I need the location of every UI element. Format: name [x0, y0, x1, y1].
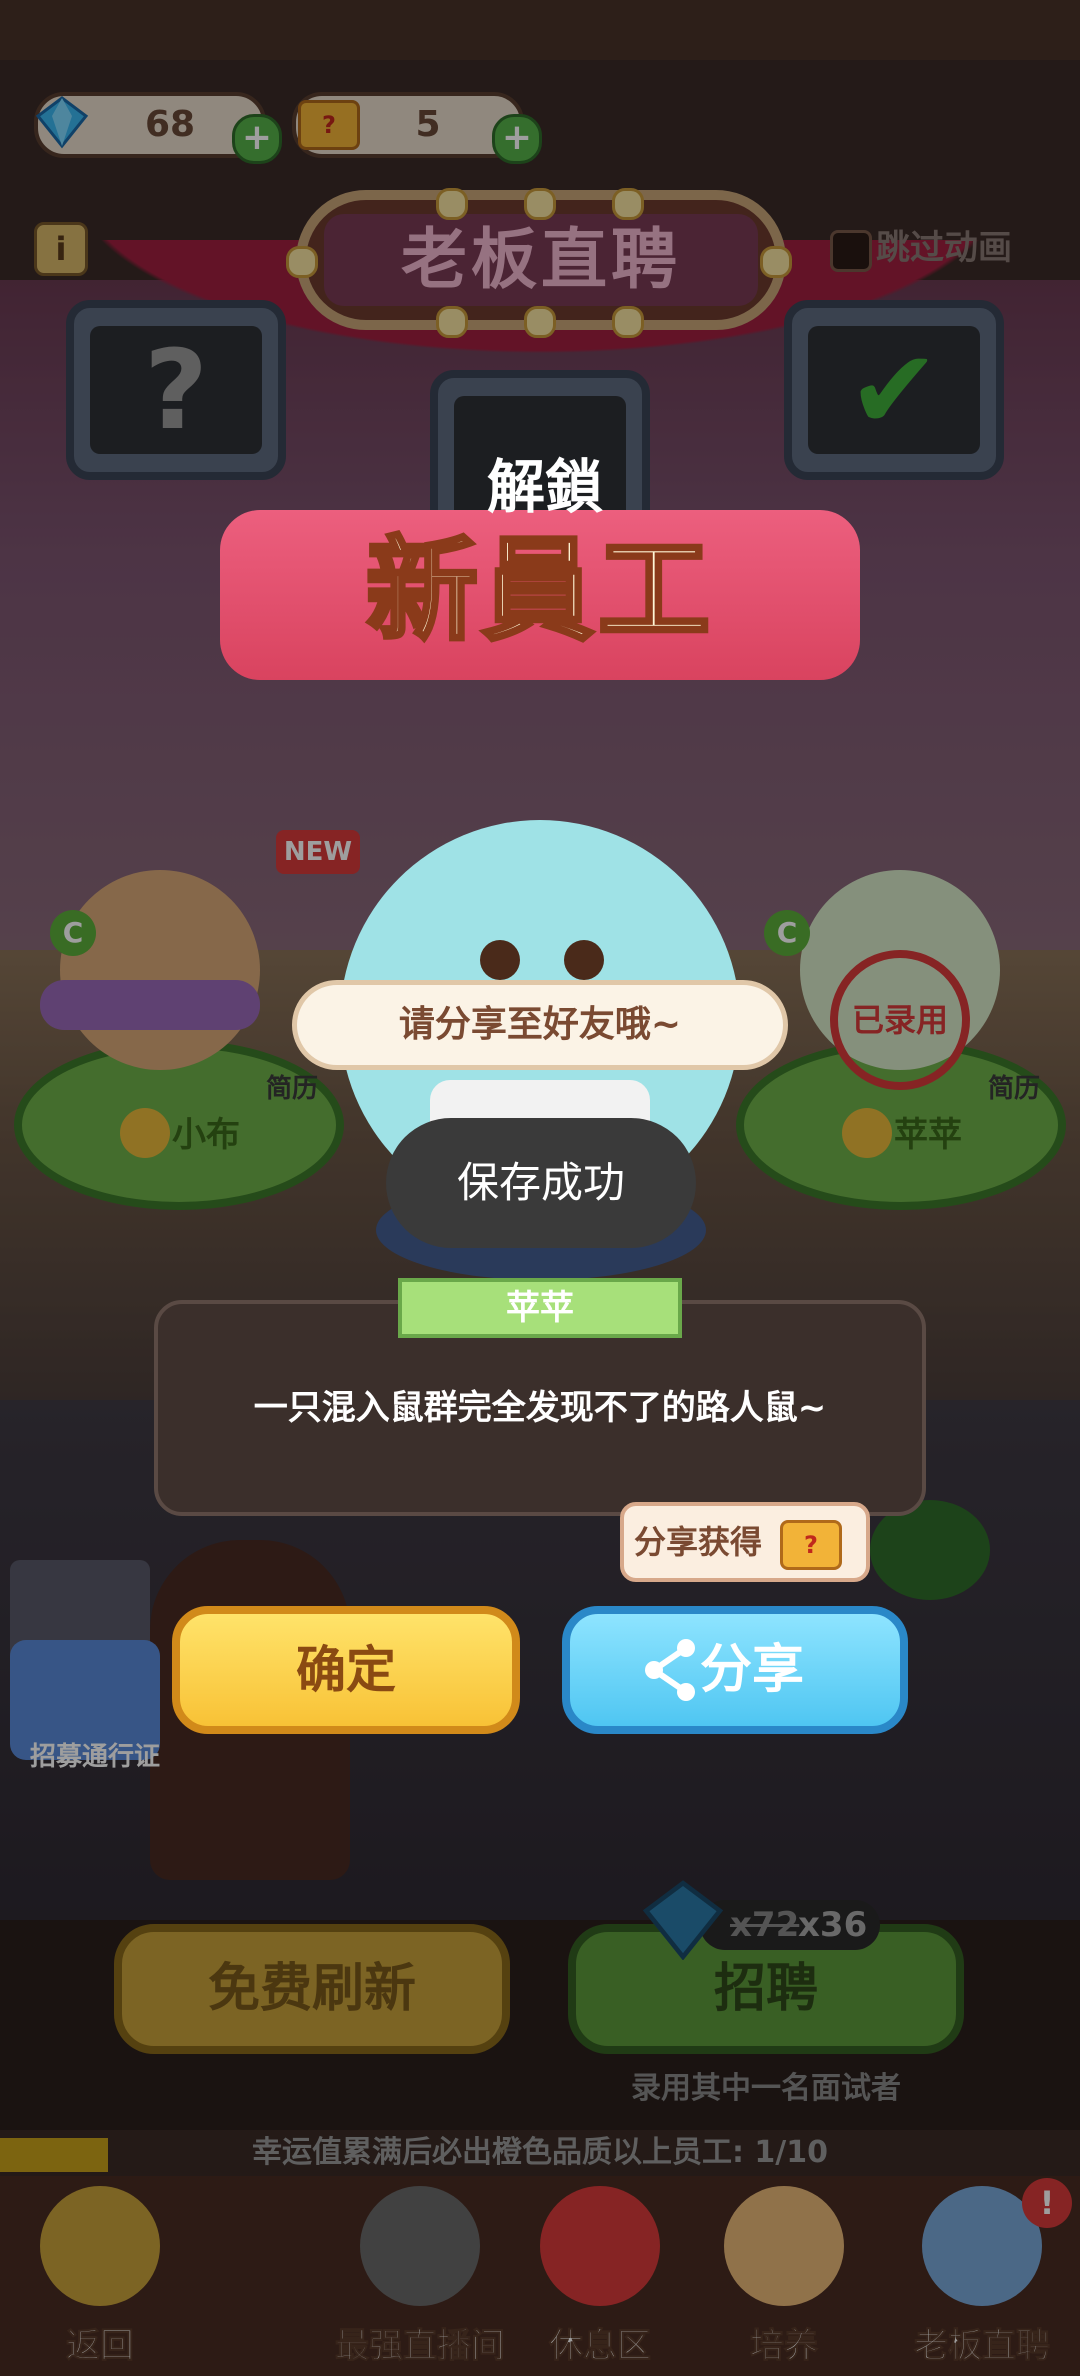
- confirm-label: 确定: [296, 1641, 396, 1699]
- hamster-eye: [564, 940, 604, 980]
- ticket-icon: ?: [780, 1520, 842, 1570]
- hamster-eye: [480, 940, 520, 980]
- share-prompt-text: 请分享至好友哦~: [398, 1004, 682, 1045]
- employee-name: 苹苹: [506, 1288, 574, 1328]
- share-label: 分享: [700, 1640, 805, 1700]
- toast-message: 保存成功: [456, 1158, 625, 1207]
- share-icon: [640, 1636, 704, 1704]
- banner-line2: 新員工: [364, 524, 714, 658]
- share-reward-text: 分享获得: [634, 1523, 763, 1561]
- employee-description: 一只混入鼠群完全发现不了的路人鼠~: [253, 1388, 827, 1428]
